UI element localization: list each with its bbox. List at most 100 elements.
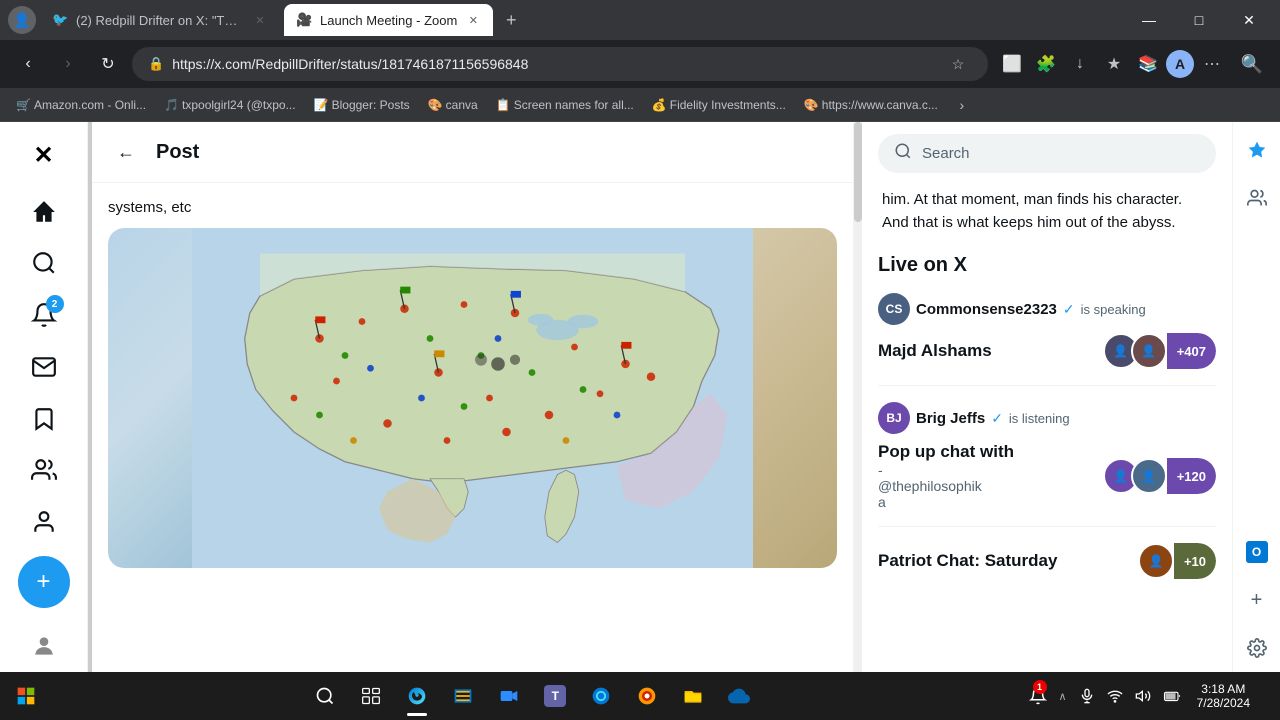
listener-cluster-2[interactable]: 👤 👤 +120	[1103, 458, 1216, 494]
x-plus-button[interactable]: +	[18, 556, 70, 608]
bookmark-blogger[interactable]: 📝 Blogger: Posts	[306, 92, 418, 118]
maximize-button[interactable]: □	[1176, 0, 1222, 40]
canva2-favicon: 🎨	[804, 98, 818, 112]
tab-2-close[interactable]: ✕	[465, 12, 481, 28]
main-content: ✕ 2 +	[0, 122, 1280, 680]
tab-profile-icon: 👤	[8, 6, 36, 34]
bookmark-canva[interactable]: 🎨 canva	[420, 92, 486, 118]
txpool-favicon: 🎵	[164, 98, 178, 112]
bookmarks-more-button[interactable]: ›	[950, 93, 974, 117]
taskbar-edge[interactable]	[395, 674, 439, 718]
downloads-button[interactable]: ↓	[1064, 48, 1096, 80]
taskbar-edge2[interactable]	[579, 674, 623, 718]
back-button[interactable]: ←	[108, 134, 144, 170]
search-input[interactable]	[922, 145, 1200, 162]
tab-groups-button[interactable]: ⬜	[996, 48, 1028, 80]
post-text: systems, etc	[108, 199, 837, 216]
favorites-button[interactable]: ★	[1098, 48, 1130, 80]
live-item-2[interactable]: BJ Brig Jeffs ✓ is listening Pop up chat…	[878, 402, 1216, 527]
extensions-button[interactable]: 🧩	[1030, 48, 1062, 80]
post-content: systems, etc 💾 Save	[92, 183, 853, 680]
x-nav-messages[interactable]	[18, 341, 70, 393]
post-image-container[interactable]: 💾 Save	[108, 228, 837, 568]
right-panel-star-icon[interactable]	[1237, 130, 1277, 170]
right-panel-settings-icon[interactable]	[1237, 628, 1277, 668]
browser-search-button[interactable]: 🔍	[1236, 48, 1268, 80]
taskbar-zoom[interactable]	[487, 674, 531, 718]
listener-avatar-2b: 👤	[1131, 458, 1167, 494]
bookmark-canva2[interactable]: 🎨 https://www.canva.c...	[796, 92, 946, 118]
tab-1[interactable]: 🐦 (2) Redpill Drifter on X: "The top ✕	[40, 4, 280, 36]
live-item-1-content: Majd Alshams 👤 👤 +407	[878, 333, 1216, 369]
back-nav-button[interactable]: ‹	[12, 48, 44, 80]
taskbar-firefox[interactable]	[625, 674, 669, 718]
live-item-2-username: Brig Jeffs	[916, 410, 985, 427]
taskbar-teams[interactable]: T	[533, 674, 577, 718]
taskbar-explorer[interactable]	[441, 674, 485, 718]
search-box[interactable]	[878, 134, 1216, 173]
fidelity-favicon: 💰	[652, 98, 666, 112]
tray-volume[interactable]	[1131, 674, 1155, 718]
x-nav-notifications[interactable]: 2	[18, 289, 70, 341]
bookmark-fidelity[interactable]: 💰 Fidelity Investments...	[644, 92, 794, 118]
reload-button[interactable]: ↻	[92, 48, 124, 80]
new-tab-button[interactable]: +	[497, 6, 525, 34]
tray-mic[interactable]	[1075, 674, 1099, 718]
collections-button[interactable]: 📚	[1132, 48, 1164, 80]
bookmarks-bar: 🛒 Amazon.com - Onli... 🎵 txpoolgirl24 (@…	[0, 88, 1280, 122]
taskbar-files[interactable]	[671, 674, 715, 718]
live-item-1-avatar: CS	[878, 293, 910, 325]
start-button[interactable]	[4, 674, 48, 718]
listener-cluster-3[interactable]: 👤 +10	[1138, 543, 1216, 579]
x-nav-search[interactable]	[18, 238, 70, 290]
forward-nav-button[interactable]: ›	[52, 48, 84, 80]
close-button[interactable]: ✕	[1226, 0, 1272, 40]
address-star-icon[interactable]: ☆	[944, 50, 972, 78]
live-item-1[interactable]: CS Commonsense2323 ✓ is speaking Majd Al…	[878, 293, 1216, 386]
minimize-button[interactable]: —	[1126, 0, 1172, 40]
search-icon	[894, 142, 912, 165]
bookmark-amazon[interactable]: 🛒 Amazon.com - Onli...	[8, 92, 154, 118]
live-item-1-header: CS Commonsense2323 ✓ is speaking	[878, 293, 1216, 325]
live-item-3-content: Patriot Chat: Saturday 👤 +10	[878, 543, 1216, 579]
amazon-label: Amazon.com - Onli...	[34, 98, 146, 112]
taskbar-taskview[interactable]	[349, 674, 393, 718]
listener-cluster-1[interactable]: 👤 👤 +407	[1103, 333, 1216, 369]
live-section-title: Live on X	[878, 254, 1216, 277]
taskbar-search[interactable]	[303, 674, 347, 718]
right-panel-people-icon[interactable]	[1237, 178, 1277, 218]
x-user-avatar[interactable]	[18, 620, 70, 672]
live-item-3-title: Patriot Chat: Saturday	[878, 551, 1057, 571]
tray-battery[interactable]	[1159, 674, 1185, 718]
verified-icon-1: ✓	[1063, 301, 1075, 318]
x-nav-bookmarks[interactable]	[18, 393, 70, 445]
taskbar: T 1 ∧ 3:18	[0, 672, 1280, 720]
tab-1-close[interactable]: ✕	[252, 12, 268, 28]
taskbar-clock[interactable]: 3:18 AM 7/28/2024	[1189, 682, 1258, 710]
x-nav-home[interactable]	[18, 186, 70, 238]
tray-wifi[interactable]	[1103, 674, 1127, 718]
browser-profile-button[interactable]: A	[1166, 50, 1194, 78]
address-text: https://x.com/RedpillDrifter/status/1817…	[172, 56, 936, 72]
bookmark-screennames[interactable]: 📋 Screen names for all...	[488, 92, 642, 118]
address-bar[interactable]: 🔒 https://x.com/RedpillDrifter/status/18…	[132, 47, 988, 81]
notifications-bell[interactable]: 1	[1025, 674, 1051, 718]
x-sidebar: ✕ 2 +	[0, 122, 88, 680]
tray-chevron[interactable]: ∧	[1055, 674, 1071, 718]
right-panel-outlook-icon[interactable]: O	[1237, 532, 1277, 572]
tab-2[interactable]: 🎥 Launch Meeting - Zoom ✕	[284, 4, 493, 36]
x-nav-communities[interactable]	[18, 445, 70, 497]
bookmark-txpool[interactable]: 🎵 txpoolgirl24 (@txpo...	[156, 92, 304, 118]
taskbar-onedrive[interactable]	[717, 674, 761, 718]
browser-menu-button[interactable]: ⋯	[1196, 48, 1228, 80]
screennames-label: Screen names for all...	[514, 98, 634, 112]
right-panel-plus-icon[interactable]: +	[1237, 580, 1277, 620]
main-scrollbar[interactable]	[854, 122, 862, 680]
listener-avatar-1b: 👤	[1131, 333, 1167, 369]
show-desktop[interactable]	[1262, 674, 1268, 718]
live-item-2-sub2: @thephilosophik	[878, 478, 1014, 494]
x-logo[interactable]: ✕	[18, 130, 70, 182]
live-item-3[interactable]: Patriot Chat: Saturday 👤 +10	[878, 543, 1216, 595]
canva-label: canva	[446, 98, 478, 112]
x-nav-profile[interactable]	[18, 496, 70, 548]
